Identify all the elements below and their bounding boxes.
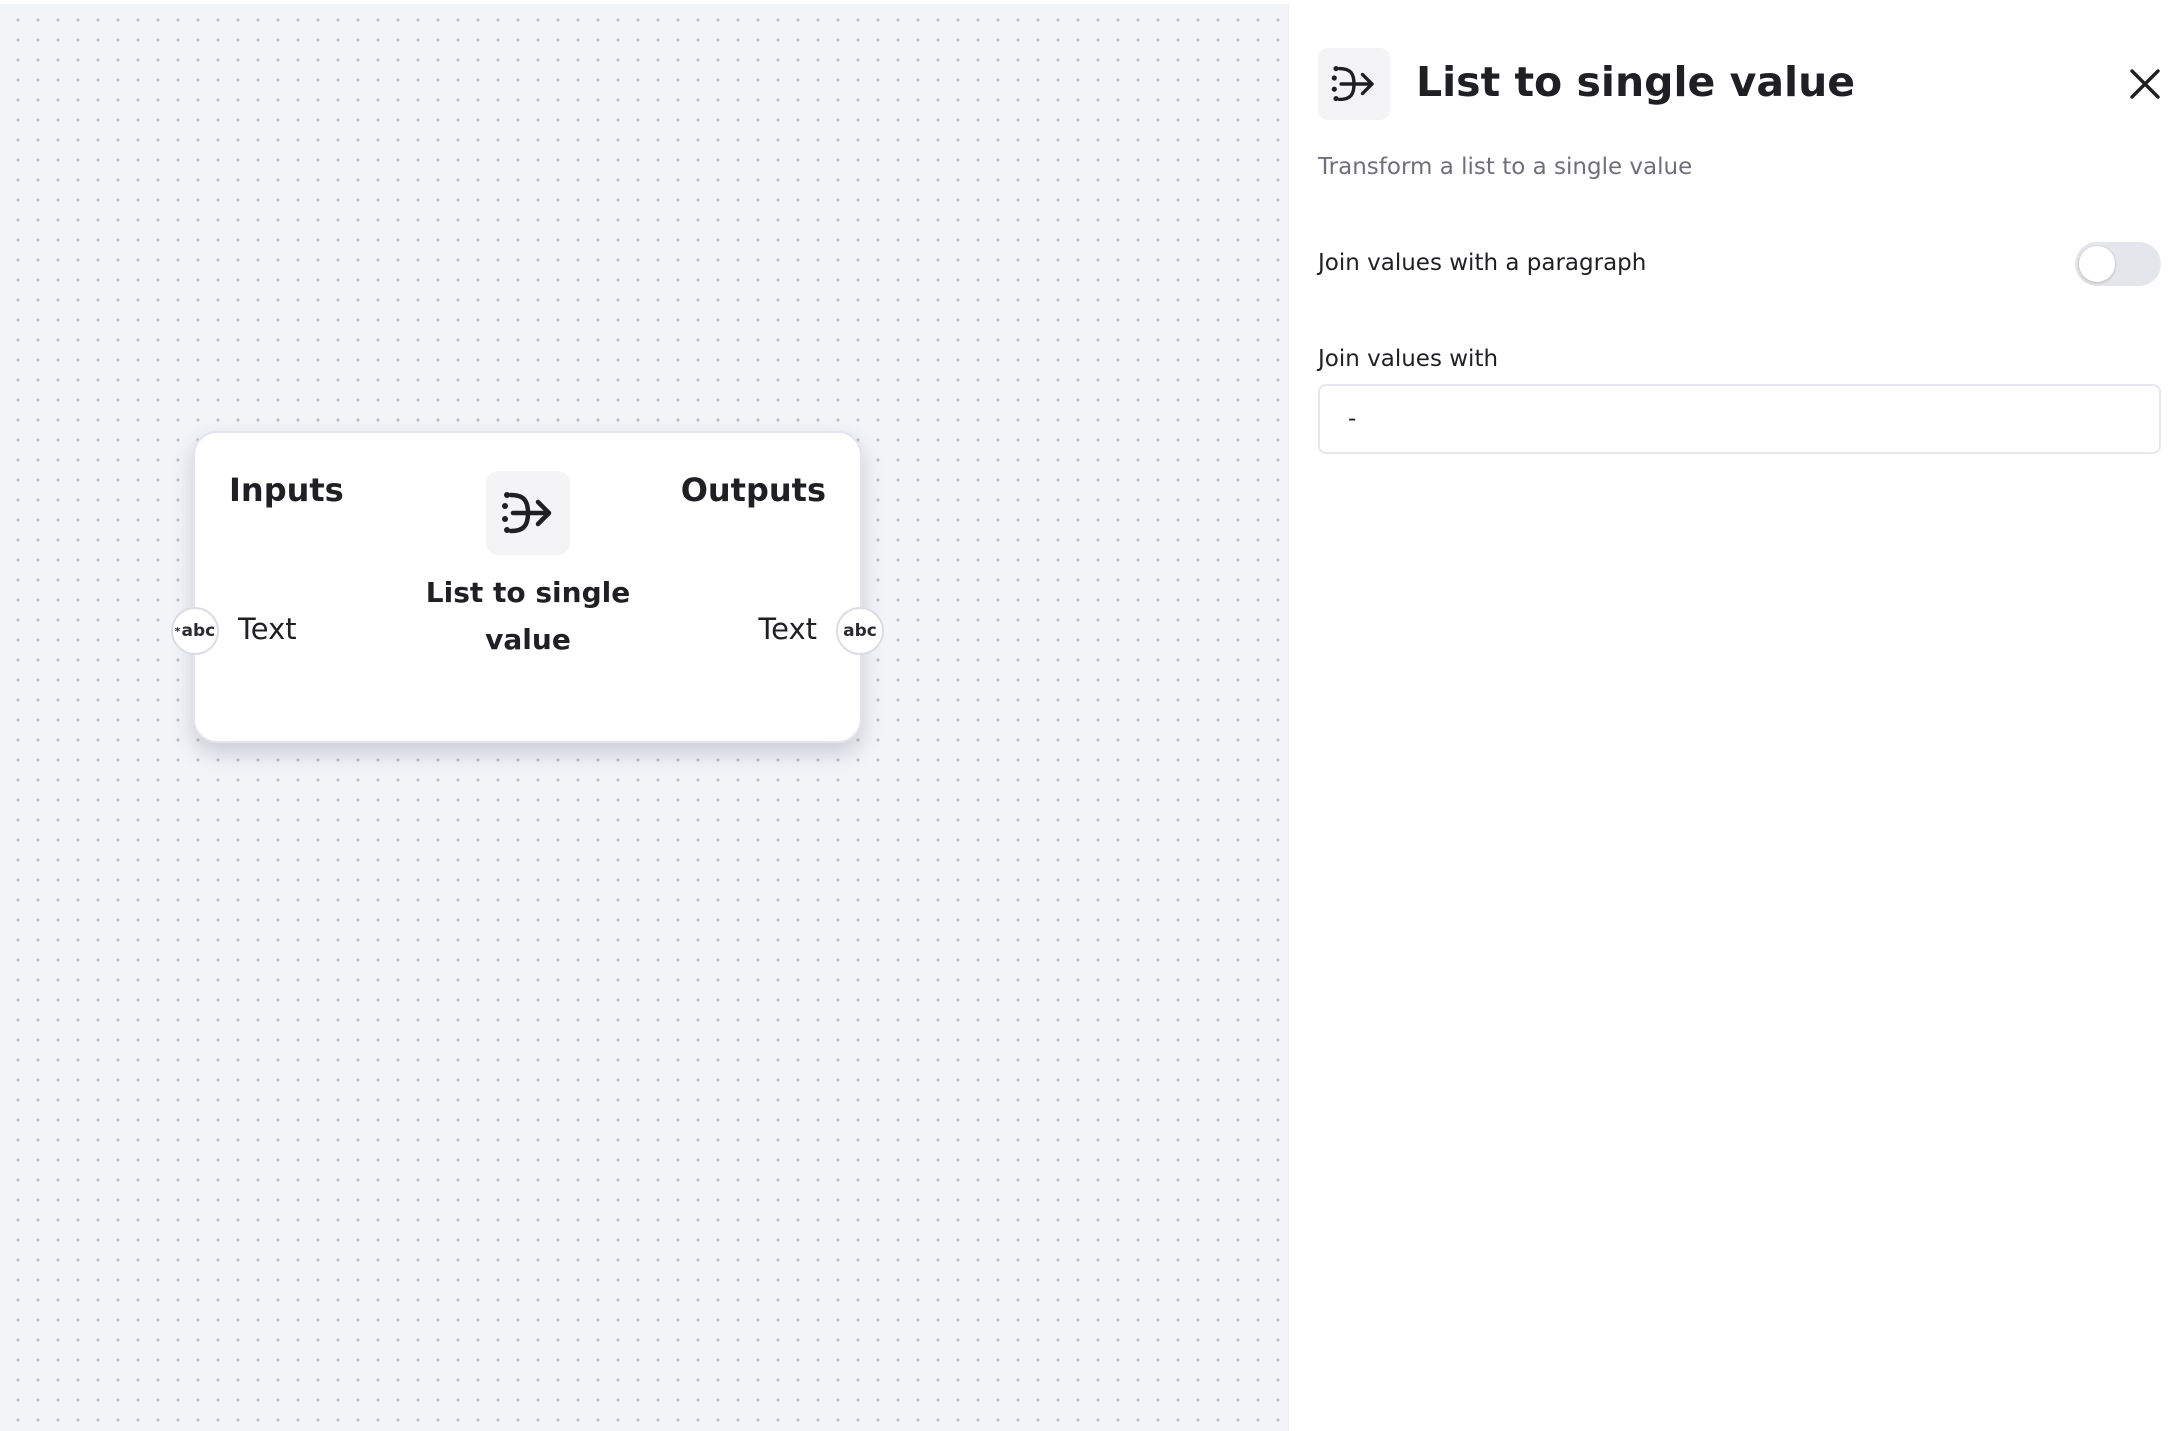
join-values-input[interactable] xyxy=(1318,384,2161,454)
list-to-single-value-node[interactable]: Inputs Outputs List to single value * abc… xyxy=(171,431,884,743)
paragraph-toggle[interactable] xyxy=(2075,242,2161,286)
input-port-text[interactable]: * abc xyxy=(171,607,219,655)
list-merge-icon xyxy=(486,471,570,555)
required-marker: * xyxy=(174,624,181,638)
panel-title: List to single value xyxy=(1416,58,1856,106)
input-port-type-badge: abc xyxy=(181,621,216,641)
list-merge-icon xyxy=(1318,48,1390,120)
node-title: List to single value xyxy=(425,576,631,656)
node-inputs-heading: Inputs xyxy=(229,471,344,509)
node-outputs-heading: Outputs xyxy=(680,471,826,509)
output-port-text[interactable]: abc xyxy=(836,607,884,655)
output-port-type-badge: abc xyxy=(843,621,877,641)
panel-description: Transform a list to a single value xyxy=(1318,154,1693,180)
join-values-label: Join values with xyxy=(1318,346,1499,372)
input-port-label: Text xyxy=(238,612,297,646)
toggle-knob xyxy=(2079,246,2115,282)
output-port-label: Text xyxy=(758,612,817,646)
close-icon xyxy=(2130,69,2160,99)
paragraph-toggle-label: Join values with a paragraph xyxy=(1318,250,1647,276)
node-settings-panel: List to single value Transform a list to… xyxy=(1288,4,2178,1431)
close-button[interactable] xyxy=(2125,64,2165,104)
workflow-canvas[interactable]: Inputs Outputs List to single value * abc… xyxy=(0,4,1288,1431)
